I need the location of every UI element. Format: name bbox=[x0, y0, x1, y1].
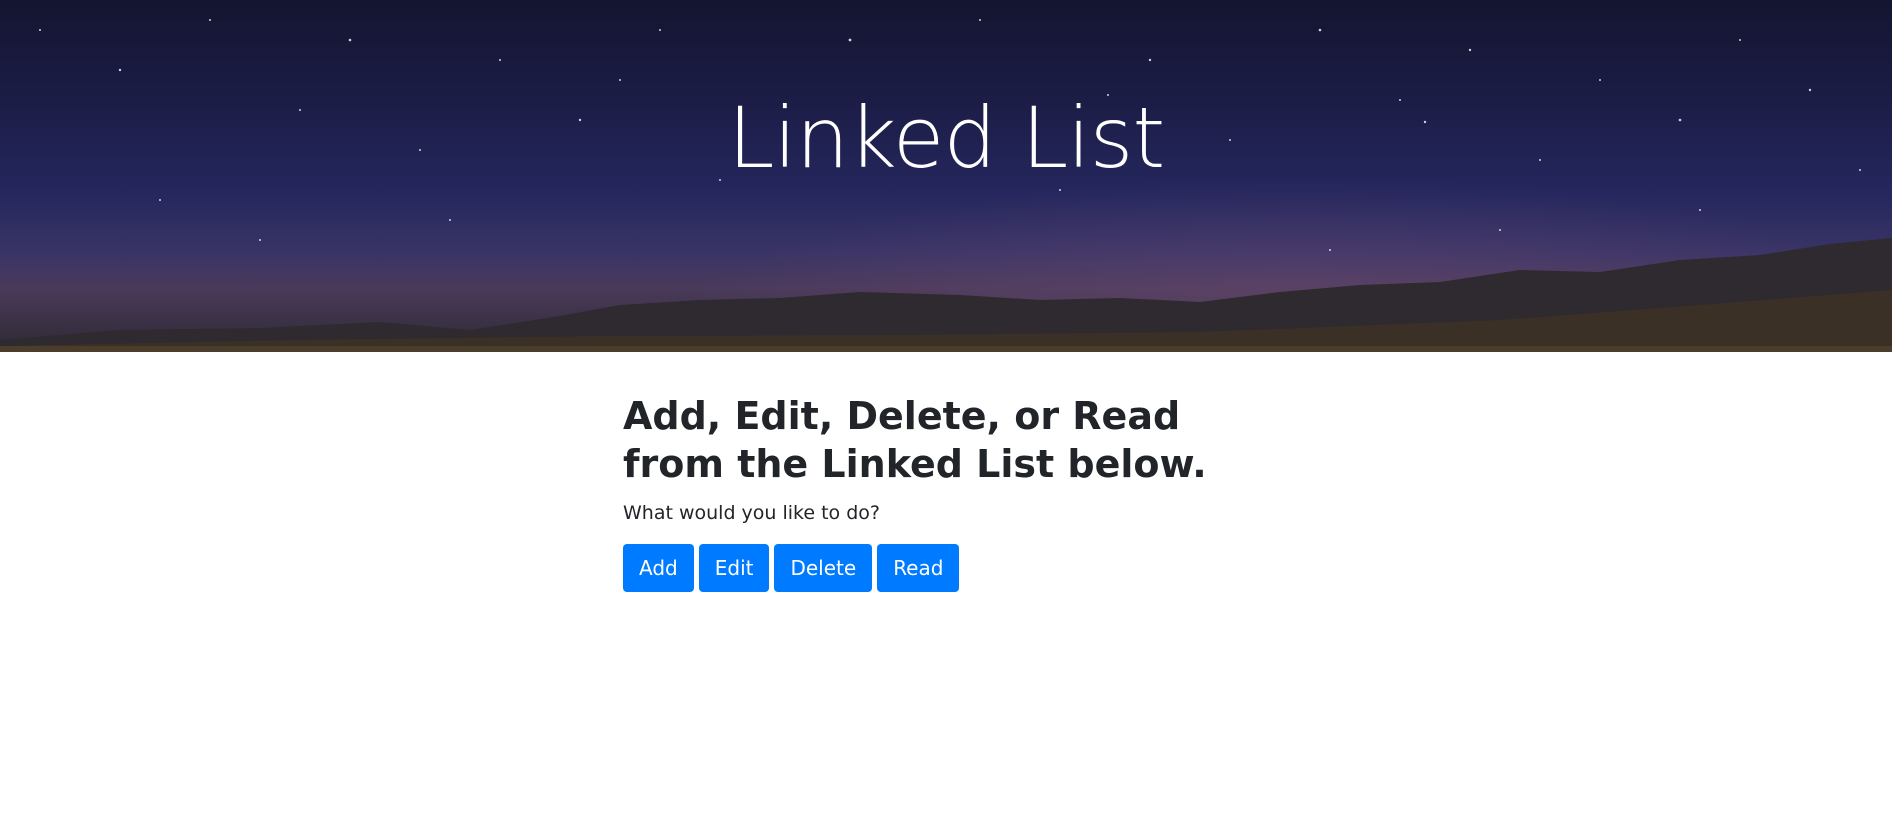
section-heading: Add, Edit, Delete, or Read from the Link… bbox=[623, 394, 1207, 486]
main-content: Add, Edit, Delete, or Read from the Link… bbox=[623, 392, 1323, 592]
action-prompt: What would you like to do? bbox=[623, 502, 880, 524]
hero-banner: Linked List bbox=[0, 0, 1892, 352]
page-title: Linked List bbox=[727, 89, 1166, 187]
action-button-group: Add Edit Delete Read bbox=[623, 544, 1323, 592]
edit-button[interactable]: Edit bbox=[698, 544, 770, 592]
add-button[interactable]: Add bbox=[623, 544, 694, 592]
delete-button[interactable]: Delete bbox=[774, 544, 873, 592]
read-button[interactable]: Read bbox=[877, 544, 960, 592]
